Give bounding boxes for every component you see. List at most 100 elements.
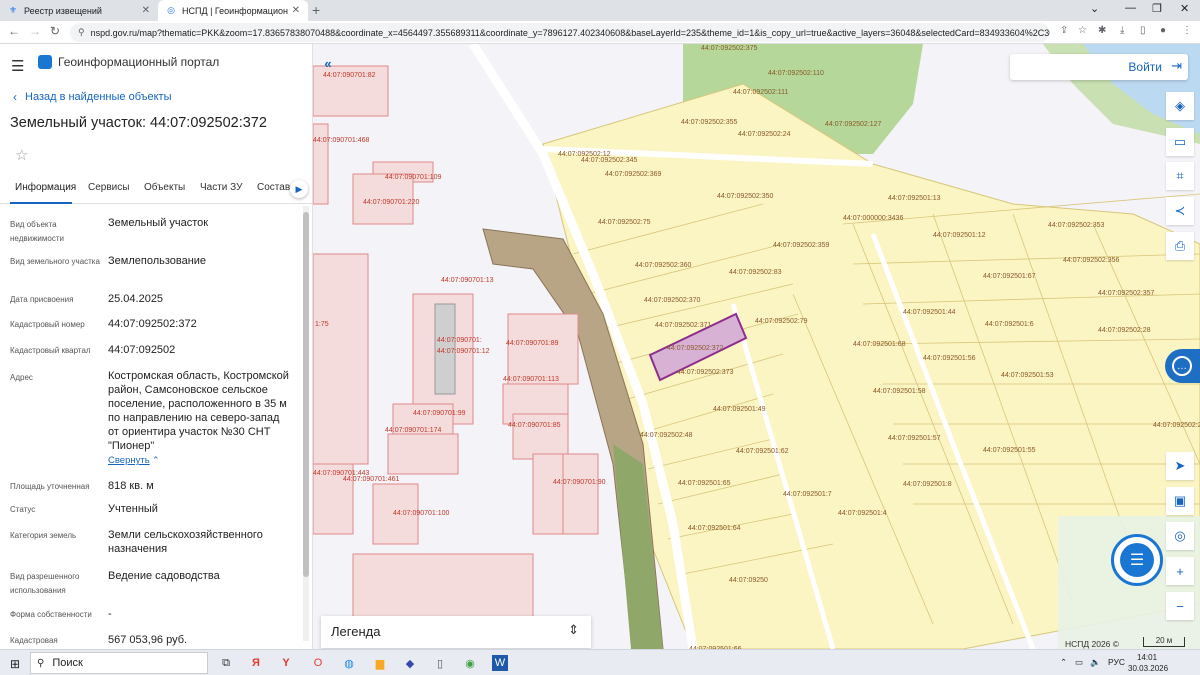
chrome-icon[interactable]: ◉: [462, 655, 478, 671]
svg-text:44:07:092502:373: 44:07:092502:373: [677, 369, 734, 376]
svg-text:44:07:092501:57: 44:07:092501:57: [888, 435, 941, 442]
yandex-browser-icon[interactable]: Я: [248, 655, 264, 671]
browser-tab-notices[interactable]: ⚜ Реестр извещений ✕: [0, 0, 158, 21]
tab-objects[interactable]: Объекты: [144, 182, 185, 193]
scale-bar: 20 м: [1143, 637, 1185, 647]
tabs-scroll-right-icon[interactable]: ▶: [290, 180, 308, 198]
svg-text:44:07:090701:99: 44:07:090701:99: [413, 410, 466, 417]
field-label: Дата присвоения: [10, 295, 74, 304]
object-info-panel: ☰ Геоинформационный портал ‹ Назад в най…: [0, 44, 313, 649]
collapse-address-link[interactable]: Свернуть: [108, 455, 150, 466]
tray-chevron-icon[interactable]: ⌃: [1060, 657, 1067, 668]
forward-arrow-icon[interactable]: →: [29, 24, 41, 38]
field-label: Кадастровый квартал: [10, 346, 91, 355]
favorite-star-icon[interactable]: ☆: [15, 146, 28, 164]
zoom-out-icon[interactable]: −: [1166, 592, 1194, 620]
tab-composition[interactable]: Состав: [257, 182, 290, 193]
navigate-arrow-icon[interactable]: ➤: [1166, 452, 1194, 480]
field-label: Форма собственности: [10, 610, 92, 619]
share-icon[interactable]: ⇪: [1060, 25, 1068, 36]
minimize-icon[interactable]: —: [1125, 2, 1136, 14]
map-view-icon[interactable]: ▣: [1166, 487, 1194, 515]
browser-tab-nspd[interactable]: ◎ НСПД | Геоинформационный п ✕: [158, 0, 308, 21]
svg-text:44:07:092501:8: 44:07:092501:8: [903, 481, 952, 488]
field-value: 25.04.2025: [108, 293, 164, 305]
bookmark-star-icon[interactable]: ☆: [1078, 25, 1087, 36]
maximize-icon[interactable]: ❐: [1152, 2, 1162, 15]
taskbar-search[interactable]: ⚲ Поиск: [30, 652, 208, 674]
chat-assistant-button[interactable]: ☰: [1111, 534, 1163, 586]
zoom-in-icon[interactable]: +: [1166, 557, 1194, 585]
back-to-results-link[interactable]: ‹ Назад в найденные объекты: [13, 90, 172, 104]
profile-avatar-icon[interactable]: ●: [1160, 25, 1166, 36]
svg-text:44:07:090701:12: 44:07:090701:12: [437, 348, 490, 355]
svg-text:44:07:092502:369: 44:07:092502:369: [605, 171, 662, 178]
svg-text:44:07:000000:3436: 44:07:000000:3436: [843, 215, 903, 222]
ruler-icon[interactable]: ▭: [1166, 128, 1194, 156]
svg-text:44:07:092501:68: 44:07:092501:68: [853, 341, 906, 348]
windows-start-icon[interactable]: ⊞: [10, 657, 20, 671]
field-value: 44:07:092502: [108, 344, 176, 356]
login-label[interactable]: Войти: [1128, 60, 1162, 74]
svg-text:44:07:092501:4: 44:07:092501:4: [838, 510, 887, 517]
back-arrow-icon[interactable]: ←: [8, 24, 20, 38]
network-icon[interactable]: ▭: [1075, 657, 1083, 668]
svg-text:44:07:092501:65: 44:07:092501:65: [678, 480, 731, 487]
field-value: 567 053,96 руб.: [108, 634, 188, 646]
new-tab-icon[interactable]: +: [312, 2, 320, 18]
share-map-icon[interactable]: ≺: [1166, 197, 1194, 225]
svg-text:44:07:090701:: 44:07:090701:: [437, 337, 482, 344]
active-tab-indicator: [10, 202, 72, 204]
extensions-icon[interactable]: ✱: [1098, 25, 1106, 36]
yandex-icon[interactable]: Y: [278, 655, 294, 671]
cadastral-map[interactable]: 44:07:092502:375 44:07:092502:110 44:07:…: [313, 44, 1200, 649]
chevron-up-icon[interactable]: ⌃: [152, 455, 160, 466]
expand-collapse-icon[interactable]: ⇕: [568, 622, 579, 638]
window-close-icon[interactable]: ✕: [1180, 2, 1189, 15]
download-icon[interactable]: ⤓: [1120, 25, 1124, 36]
close-tab-icon[interactable]: ✕: [292, 5, 300, 16]
clock-time[interactable]: 14:01: [1137, 653, 1157, 662]
field-value: Земельный участок: [108, 217, 209, 229]
language-indicator[interactable]: РУС: [1108, 657, 1125, 667]
print-icon[interactable]: ⎙: [1166, 232, 1194, 260]
browser-menu-icon[interactable]: ⋮: [1182, 25, 1192, 36]
login-bar[interactable]: Войти ⇥: [1010, 54, 1188, 80]
svg-text:44:07:092502:48: 44:07:092502:48: [640, 432, 693, 439]
legend-panel[interactable]: Легенда ⇕: [321, 616, 591, 648]
geolocation-icon[interactable]: ◎: [1166, 522, 1194, 550]
svg-text:44:07:090701:468: 44:07:090701:468: [313, 137, 370, 144]
close-tab-icon[interactable]: ✕: [142, 5, 150, 16]
tab-parcel-parts[interactable]: Части ЗУ: [200, 182, 242, 193]
edge-icon[interactable]: ◍: [341, 655, 357, 671]
svg-text:44:07:092502:75: 44:07:092502:75: [598, 219, 651, 226]
tab-information[interactable]: Информация: [15, 182, 76, 193]
feedback-bubble-icon[interactable]: …: [1172, 356, 1192, 376]
app-icon[interactable]: ◆: [402, 655, 418, 671]
document-icon[interactable]: ▯: [432, 655, 448, 671]
site-info-icon[interactable]: ⚲: [78, 27, 85, 38]
tab-services[interactable]: Сервисы: [88, 182, 129, 193]
opera-icon[interactable]: O: [310, 655, 326, 671]
tab-search-icon[interactable]: ⌄: [1090, 2, 1099, 15]
svg-text:44:07:092501:49: 44:07:092501:49: [713, 406, 766, 413]
menu-hamburger-icon[interactable]: ☰: [11, 57, 24, 75]
volume-icon[interactable]: 🔈: [1090, 657, 1101, 668]
reload-icon[interactable]: ↻: [50, 24, 60, 38]
svg-text:44:07:090701:109: 44:07:090701:109: [385, 174, 442, 181]
clock-date[interactable]: 30.03.2026: [1128, 664, 1168, 673]
side-panel-icon[interactable]: ▯: [1140, 25, 1146, 36]
collapse-panel-icon[interactable]: «: [317, 52, 339, 74]
panel-scrollbar-thumb[interactable]: [303, 212, 309, 577]
select-area-icon[interactable]: ⌗: [1166, 162, 1194, 190]
address-bar[interactable]: ⚲ nspd.gov.ru/map?thematic=PKK&zoom=17.8…: [70, 23, 1050, 42]
login-arrow-icon[interactable]: ⇥: [1171, 58, 1182, 74]
file-explorer-icon[interactable]: ▆: [372, 655, 388, 671]
layers-icon[interactable]: ◈: [1166, 92, 1194, 120]
word-icon[interactable]: W: [492, 655, 508, 671]
svg-text:44:07:092502:357: 44:07:092502:357: [1098, 290, 1155, 297]
svg-text:44:07:092501:13: 44:07:092501:13: [888, 195, 941, 202]
task-view-icon[interactable]: ⧉: [218, 655, 234, 671]
svg-text:44:07:090701:89: 44:07:090701:89: [506, 340, 559, 347]
svg-text:44:07:090701:113: 44:07:090701:113: [503, 376, 559, 383]
